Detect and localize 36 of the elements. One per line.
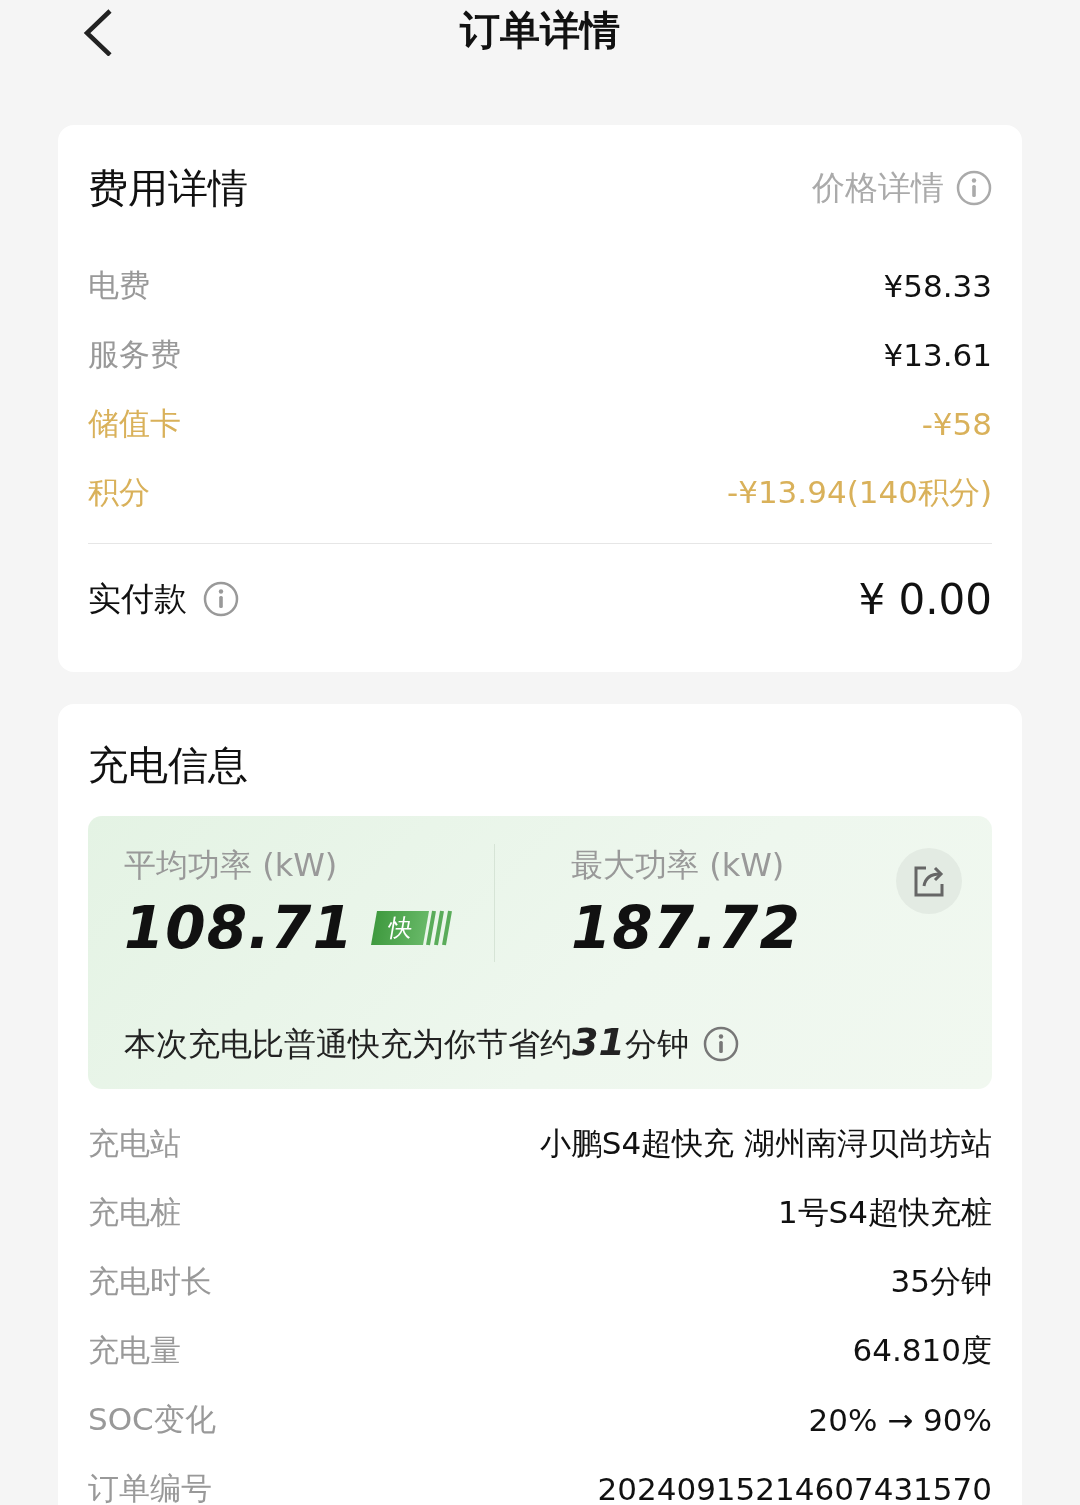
section-title: 充电信息	[88, 740, 249, 790]
section-title: 费用详情	[88, 163, 248, 213]
info-value: 64.810度	[852, 1330, 992, 1370]
info-label: 订单编号	[88, 1468, 212, 1505]
total-label: 实付款	[88, 577, 187, 620]
fee-amount: ¥58.33	[883, 267, 992, 304]
info-icon[interactable]	[702, 1025, 739, 1062]
info-value: 35分钟	[890, 1261, 992, 1301]
total-amount: ¥ 0.00	[858, 574, 992, 624]
info-value: 1号S4超快充桩	[777, 1192, 992, 1232]
info-label: SOC变化	[88, 1399, 216, 1439]
page-title: 订单详情	[460, 6, 620, 55]
fee-label: 储值卡	[88, 403, 181, 443]
info-label: 充电量	[88, 1330, 181, 1370]
fee-amount: -¥58	[921, 405, 992, 442]
fee-label: 服务费	[88, 334, 181, 374]
info-icon[interactable]	[203, 581, 239, 617]
back-icon[interactable]	[82, 8, 114, 56]
power-label: 平均功率 (kW)	[124, 845, 338, 886]
fee-amount: -¥13.94(140积分)	[727, 472, 992, 512]
info-label: 充电桩	[88, 1192, 181, 1232]
power-value: 108.71	[124, 894, 354, 962]
fee-label: 积分	[88, 472, 150, 512]
fee-amount: ¥13.61	[883, 336, 992, 373]
power-value: 187.72	[571, 894, 801, 962]
info-value: 20% → 90%	[808, 1401, 992, 1438]
info-value: 20240915214607431570	[597, 1470, 992, 1505]
info-value: 小鹏S4超快充 湖州南浔贝尚坊站	[539, 1123, 992, 1163]
info-label: 充电站	[88, 1123, 181, 1163]
time-saving-note: 本次充电比普通快充为你节省约31分钟	[124, 1020, 689, 1066]
price-details-link[interactable]: 价格详情	[812, 165, 944, 211]
info-label: 充电时长	[88, 1261, 212, 1301]
fee-label: 电费	[88, 265, 150, 305]
info-icon[interactable]	[956, 170, 992, 206]
fast-charge-badge: 快	[370, 911, 429, 945]
power-label: 最大功率 (kW)	[571, 845, 785, 886]
